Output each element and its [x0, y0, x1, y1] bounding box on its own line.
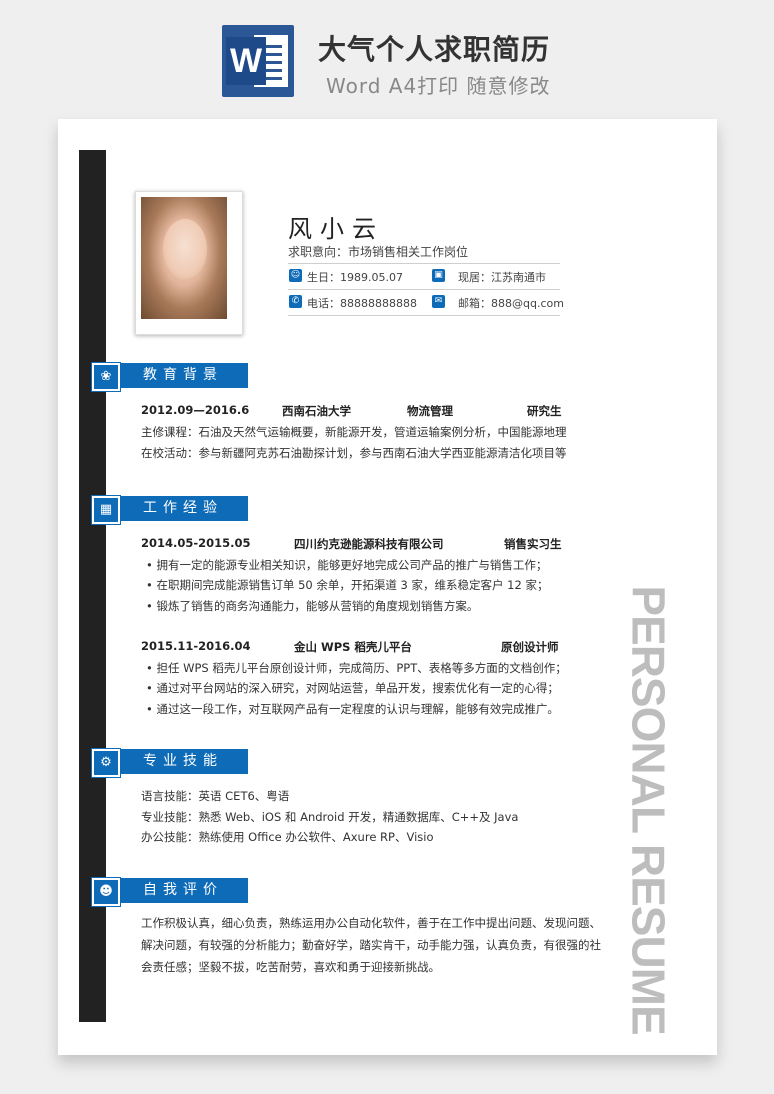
job-bullet: • 通过对平台网站的深入研究，对网站运营，单品开发，搜索优化有一定的心得；	[146, 681, 559, 695]
phone-icon: ✆	[289, 295, 302, 308]
self-eval-line: 工作积极认真，细心负责，熟练运用办公自动化软件，善于在工作中提出问题、发现问题、	[141, 916, 601, 930]
skill-professional: 专业技能：熟悉 Web、iOS 和 Android 开发，精通数据库、C++及 …	[141, 810, 519, 824]
edu-major: 物流管理	[407, 404, 453, 418]
birth-date: 生日：1989.05.07	[307, 271, 403, 284]
phone-number: 电话：88888888888	[307, 297, 417, 310]
edu-courses: 主修课程：石油及天然气运输概要，新能源开发，管道运输案例分析，中国能源地理	[141, 425, 567, 439]
gear-icon: ⚙	[92, 749, 120, 777]
email-address: 邮箱：888@qq.com	[458, 297, 564, 310]
section-title-work: 工作经验	[121, 496, 248, 521]
user-icon: ☻	[92, 878, 120, 906]
divider	[288, 315, 560, 316]
section-title-skills: 专业技能	[121, 749, 248, 774]
mail-icon: ✉	[432, 295, 445, 308]
edu-school: 西南石油大学	[282, 404, 351, 418]
divider	[288, 289, 560, 290]
residence: 现居：江苏南通市	[458, 271, 546, 284]
edu-activities: 在校活动：参与新疆阿克苏石油勘探计划，参与西南石油大学西亚能源清洁化项目等	[141, 446, 567, 460]
edu-period: 2012.09—2016.6	[141, 403, 250, 417]
job-role: 原创设计师	[501, 640, 559, 654]
leaf-icon: ❀	[92, 363, 120, 391]
section-title-self-evaluation: 自我评价	[121, 878, 248, 903]
word-letter: W	[226, 37, 266, 85]
job-intent: 求职意向：市场销售相关工作岗位	[288, 245, 469, 259]
personal-resume-vertical-label: PERSONAL RESUME	[623, 584, 675, 1035]
banner-subtitle: Word A4打印 随意修改	[326, 74, 551, 98]
job-bullet: • 在职期间完成能源销售订单 50 余单，开拓渠道 3 家，维系稳定客户 12 …	[146, 578, 549, 592]
self-eval-line: 会责任感；坚毅不拔，吃苦耐劳，喜欢和勇于迎接新挑战。	[141, 960, 440, 974]
job-period: 2014.05-2015.05	[141, 536, 251, 550]
job-company: 四川约克逊能源科技有限公司	[294, 537, 444, 551]
word-icon: W	[222, 25, 294, 97]
top-banner: W 大气个人求职简历 Word A4打印 随意修改	[0, 0, 774, 108]
edu-degree: 研究生	[527, 404, 562, 418]
banner-title: 大气个人求职简历	[318, 33, 551, 66]
skill-language: 语言技能：英语 CET6、粤语	[141, 789, 290, 803]
job-bullet: • 担任 WPS 稻壳儿平台原创设计师，完成简历、PPT、表格等多方面的文档创作…	[146, 661, 567, 675]
calendar-icon: ▣	[432, 269, 445, 282]
job-company: 金山 WPS 稻壳儿平台	[294, 640, 412, 654]
job-bullet: • 通过这一段工作，对互联网产品有一定程度的认识与理解，能够有效完成推广。	[146, 702, 559, 716]
section-title-education: 教育背景	[121, 363, 248, 388]
job-role: 销售实习生	[504, 537, 562, 551]
briefcase-icon: ▦	[92, 496, 120, 524]
job-period: 2015.11-2016.04	[141, 639, 251, 653]
self-eval-line: 解决问题，有较强的分析能力；勤奋好学，踏实肯干，动手能力强，认真负责，有很强的社	[141, 938, 601, 952]
job-bullet: • 锻炼了销售的商务沟通能力，能够从营销的角度规划销售方案。	[146, 599, 479, 613]
candidate-name: 风小云	[288, 215, 384, 243]
job-bullet: • 拥有一定的能源专业相关知识，能够更好地完成公司产品的推广与销售工作；	[146, 558, 548, 572]
person-icon: ☺	[289, 269, 302, 282]
profile-photo	[135, 191, 243, 335]
resume-page: 风小云 求职意向：市场销售相关工作岗位 ☺ 生日：1989.05.07 ▣ 现居…	[58, 119, 717, 1055]
skill-office: 办公技能：熟练使用 Office 办公软件、Axure RP、Visio	[141, 830, 434, 844]
divider	[288, 263, 560, 264]
